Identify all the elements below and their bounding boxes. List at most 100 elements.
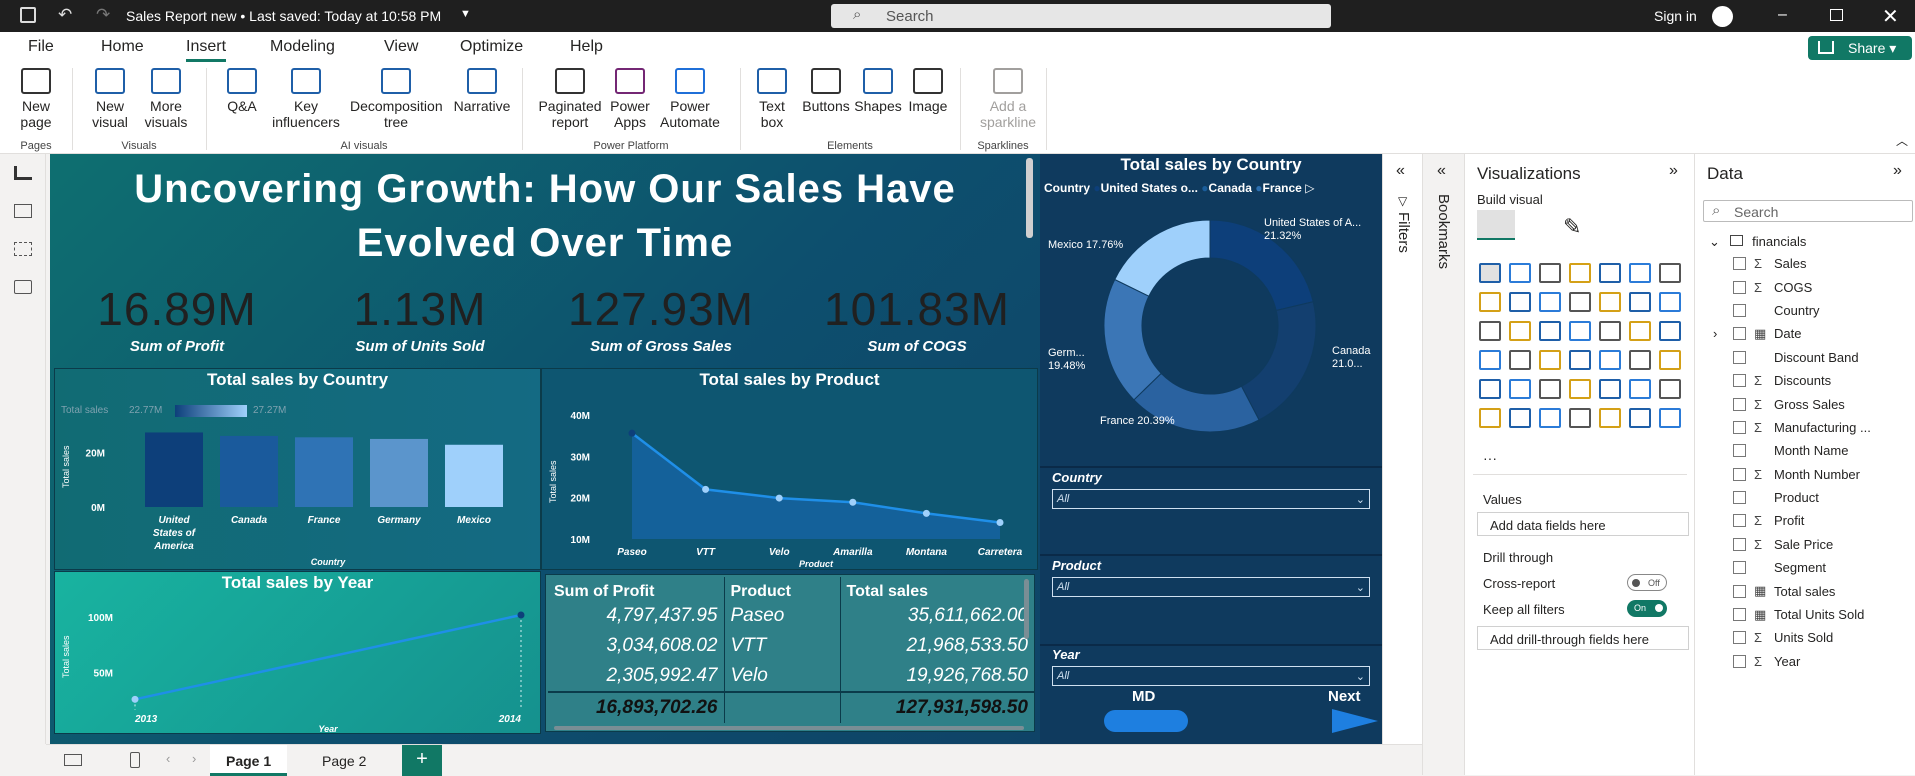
field-checkbox[interactable] [1733, 257, 1746, 271]
expand-right-icon[interactable]: » [1669, 162, 1678, 180]
slicer-dropdown[interactable]: All ⌄ [1052, 666, 1370, 686]
visual-type-icon[interactable] [1539, 379, 1561, 399]
menu-file[interactable]: File [28, 38, 54, 56]
visual-type-icon[interactable] [1509, 321, 1531, 341]
next-page-icon[interactable]: › [192, 751, 196, 766]
country-bar-chart[interactable]: Total sales by Country Total sales 22.77M… [54, 368, 541, 570]
visual-type-icon[interactable] [1599, 292, 1621, 312]
visual-type-icon[interactable] [1539, 321, 1561, 341]
collapse-left-icon[interactable]: « [1396, 162, 1405, 180]
kpi-card-cogs[interactable]: 101.83M Sum of COGS [797, 282, 1037, 355]
table-h-scrollbar[interactable] [554, 726, 1024, 730]
slicer-country[interactable]: Country All ⌄ [1052, 470, 1370, 509]
visual-type-icon[interactable] [1539, 408, 1561, 428]
field-checkbox[interactable] [1733, 280, 1746, 294]
visual-type-icon[interactable] [1479, 379, 1501, 399]
visual-type-icon[interactable] [1509, 263, 1531, 283]
visual-type-icon[interactable] [1569, 350, 1591, 370]
table-node[interactable]: ⌄ financials [1709, 234, 1806, 250]
visual-type-icon[interactable] [1629, 263, 1651, 283]
visual-type-icon[interactable] [1599, 321, 1621, 341]
field-item[interactable]: ▦ Total sales [1733, 579, 1913, 602]
profit-table[interactable]: Sum of Profit Product Total sales 4,797,… [545, 574, 1035, 732]
kpi-card-gross-sales[interactable]: 127.93M Sum of Gross Sales [541, 282, 781, 355]
year-line-chart[interactable]: Total sales by Year 100M 50M Total sales 20… [54, 571, 541, 734]
menu-help[interactable]: Help [570, 38, 603, 56]
field-checkbox[interactable] [1733, 561, 1746, 575]
legend-item[interactable]: United States o... [1101, 181, 1198, 195]
sign-in-link[interactable]: Sign in [1654, 8, 1697, 24]
add-page-button[interactable]: + [402, 745, 442, 776]
field-checkbox[interactable] [1733, 350, 1746, 364]
table-row[interactable]: 3,034,608.02 VTT 21,968,533.50 [548, 631, 1034, 661]
field-checkbox[interactable] [1733, 467, 1746, 481]
undo-icon[interactable]: ↶ [58, 5, 72, 25]
field-item[interactable]: Σ COGS [1733, 275, 1913, 298]
visual-type-icon[interactable] [1629, 379, 1651, 399]
menu-optimize[interactable]: Optimize [460, 38, 523, 56]
field-item[interactable]: Σ Month Number [1733, 463, 1913, 486]
search-box[interactable]: ⌕ Search [831, 4, 1331, 28]
visual-type-icon[interactable] [1569, 379, 1591, 399]
visual-type-icon[interactable] [1599, 350, 1621, 370]
desktop-layout-icon[interactable] [64, 754, 82, 766]
table-header[interactable]: Total sales [840, 577, 1034, 601]
field-item[interactable]: Σ Sales [1733, 252, 1913, 275]
data-search-input[interactable]: ⌕ Search [1703, 200, 1913, 222]
add-drill-well[interactable]: Add drill-through fields here [1477, 626, 1689, 650]
visual-type-icon[interactable] [1509, 292, 1531, 312]
ribbon-collapse-icon[interactable]: ︿ [1896, 132, 1908, 149]
visual-type-icon[interactable] [1659, 292, 1681, 312]
legend-next-icon[interactable]: ▷ [1305, 181, 1314, 195]
field-item[interactable]: Σ Profit [1733, 509, 1913, 532]
table-view-icon[interactable] [14, 204, 32, 218]
field-item[interactable]: › ▦ Date [1713, 322, 1913, 345]
menu-home[interactable]: Home [101, 38, 144, 56]
visual-type-icon[interactable] [1479, 292, 1501, 312]
visual-type-icon[interactable] [1479, 350, 1501, 370]
report-view-icon[interactable] [14, 166, 32, 180]
visual-type-icon[interactable] [1629, 350, 1651, 370]
collapse-chevron-icon[interactable]: ⌄ [1709, 234, 1720, 249]
field-checkbox[interactable] [1733, 397, 1746, 411]
field-item[interactable]: Σ Gross Sales [1733, 392, 1913, 415]
field-checkbox[interactable] [1733, 491, 1746, 505]
table-header[interactable]: Product [724, 577, 841, 601]
close-icon[interactable]: ✕ [1882, 4, 1899, 29]
build-visual-tab[interactable] [1477, 210, 1515, 240]
visual-type-icon[interactable] [1539, 292, 1561, 312]
add-data-well[interactable]: Add data fields here [1477, 512, 1689, 536]
visual-type-icon[interactable] [1509, 379, 1531, 399]
field-checkbox[interactable] [1733, 608, 1746, 622]
visual-type-icon[interactable] [1479, 263, 1501, 283]
next-arrow-icon[interactable] [1332, 709, 1378, 733]
field-checkbox[interactable] [1733, 374, 1746, 388]
menu-view[interactable]: View [384, 38, 418, 56]
table-scrollbar[interactable] [1024, 579, 1029, 639]
field-checkbox[interactable] [1733, 303, 1746, 317]
collapse-left-icon[interactable]: « [1437, 162, 1446, 180]
legend-item[interactable]: Canada [1209, 181, 1252, 195]
menu-modeling[interactable]: Modeling [270, 38, 335, 56]
visual-type-icon[interactable] [1509, 408, 1531, 428]
visual-type-icon[interactable] [1569, 292, 1591, 312]
table-row[interactable]: 2,305,992.47 Velo 19,926,768.50 [548, 661, 1034, 692]
menu-insert[interactable]: Insert [186, 38, 227, 62]
field-item[interactable]: Σ Year [1733, 650, 1913, 673]
visual-type-icon[interactable] [1659, 321, 1681, 341]
visual-type-icon[interactable] [1629, 292, 1651, 312]
field-item[interactable]: Discount Band [1733, 346, 1913, 369]
more-visuals-ellipsis[interactable]: ··· [1483, 450, 1497, 466]
field-checkbox[interactable] [1733, 444, 1746, 458]
visual-type-icon[interactable] [1659, 350, 1681, 370]
field-checkbox[interactable] [1733, 327, 1746, 341]
tab-page-1[interactable]: Page 1 [210, 745, 288, 776]
save-icon[interactable] [20, 7, 36, 23]
ribbon-button-decomposition-tree[interactable]: Decomposition tree [350, 68, 443, 130]
bookmarks-pane[interactable]: « Bookmarks [1422, 154, 1464, 775]
slicer-dropdown[interactable]: All ⌄ [1052, 489, 1370, 509]
window-title[interactable]: Sales Report new • Last saved: Today at … [126, 8, 441, 24]
donut-chart[interactable]: United States of A... 21.32% Canada 21.0...… [1040, 196, 1382, 436]
visual-type-icon[interactable] [1659, 379, 1681, 399]
visual-type-icon[interactable] [1599, 379, 1621, 399]
